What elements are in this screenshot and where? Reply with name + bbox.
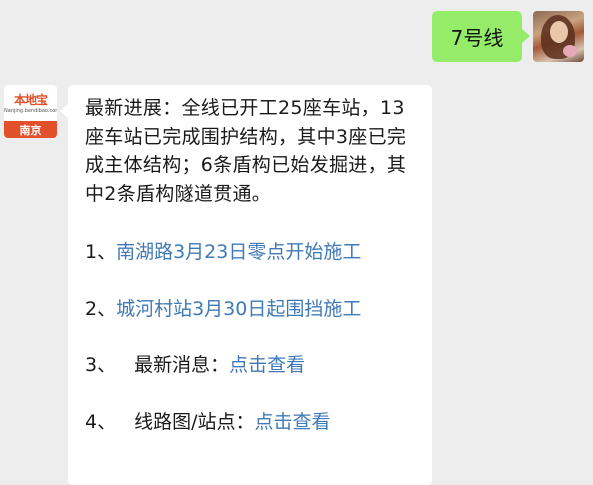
list-item-1: 1、南湖路3月23日零点开始施工: [85, 237, 361, 264]
item-link[interactable]: 南湖路3月23日零点开始施工: [116, 241, 361, 263]
bot-message-bubble[interactable]: 最新进展：全线已开工25座车站，13座车站已完成围护结构，其中3座已完成主体结构…: [60, 85, 432, 485]
list-item-2: 2、城河村站3月30日起围挡施工: [85, 294, 361, 321]
item-link[interactable]: 点击查看: [255, 411, 331, 433]
avatar-face: [550, 21, 568, 43]
user-message-text: 7号线: [450, 26, 504, 50]
list-item-4: 4、 线路图/站点：点击查看: [85, 407, 331, 434]
item-link[interactable]: 城河村站3月30日起围挡施工: [116, 298, 361, 320]
item-link[interactable]: 点击查看: [229, 354, 305, 376]
item-number: 2、: [85, 298, 117, 320]
avatar-flower: [563, 45, 577, 57]
item-number: 1、: [85, 241, 117, 263]
item-label: 线路图/站点：: [134, 411, 255, 433]
intro-text: 最新进展：全线已开工25座车站，13座车站已完成围护结构，其中3座已完成主体结构…: [85, 97, 407, 205]
user-avatar[interactable]: [533, 11, 584, 62]
brand-city-label: 南京: [4, 121, 57, 138]
item-number: 4、: [85, 411, 117, 433]
user-message-bubble[interactable]: 7号线: [432, 11, 530, 62]
item-number: 3、: [85, 354, 117, 376]
item-label: 最新消息：: [134, 354, 230, 376]
list-item-3: 3、 最新消息：点击查看: [85, 350, 305, 377]
brand-logo-url: Nanjing.bendibao.com: [4, 108, 57, 114]
bot-avatar[interactable]: 本地宝 Nanjing.bendibao.com 南京: [4, 85, 57, 138]
brand-logo-text: 本地宝: [13, 93, 48, 107]
